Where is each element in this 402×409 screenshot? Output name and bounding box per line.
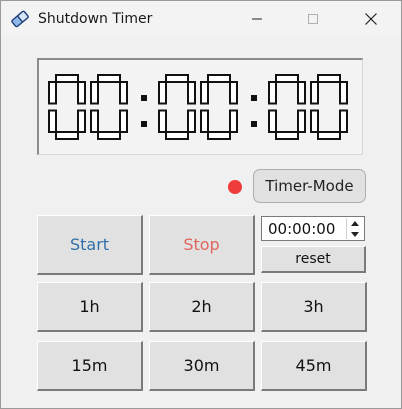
- time-display: [37, 58, 363, 155]
- chevron-up-icon: [351, 220, 359, 226]
- preset-2h-button[interactable]: 2h: [149, 282, 255, 332]
- lcd-digit: [48, 74, 86, 140]
- stop-button[interactable]: Stop: [149, 215, 255, 275]
- close-button[interactable]: [348, 1, 394, 37]
- stop-button-label: Stop: [183, 235, 220, 254]
- status-indicator-dot: [228, 180, 242, 194]
- maximize-button[interactable]: [290, 1, 336, 37]
- spinbox-arrows: [346, 218, 363, 239]
- chevron-down-icon: [351, 231, 359, 237]
- minimize-button[interactable]: [234, 1, 280, 37]
- time-input[interactable]: 00:00:00: [268, 220, 335, 238]
- lcd-digit: [90, 74, 128, 140]
- lcd-digit: [310, 74, 348, 140]
- close-icon: [365, 13, 377, 25]
- time-spinbox[interactable]: 00:00:00: [261, 216, 365, 241]
- app-window: Shutdown Timer Timer-Mode Start Stop 00:…: [0, 0, 402, 409]
- lcd-digit: [268, 74, 306, 140]
- minimize-icon: [252, 18, 262, 20]
- window-title: Shutdown Timer: [38, 11, 153, 27]
- start-button-label: Start: [69, 235, 110, 254]
- maximize-icon: [308, 14, 318, 24]
- spin-up-button[interactable]: [347, 218, 363, 228]
- preset-3h-button[interactable]: 3h: [261, 282, 367, 332]
- start-button[interactable]: Start: [37, 215, 143, 275]
- preset-15m-button[interactable]: 15m: [37, 341, 143, 391]
- lcd-digit: [158, 74, 196, 140]
- timer-mode-button[interactable]: Timer-Mode: [253, 169, 366, 203]
- eraser-app-icon: [11, 10, 29, 28]
- colon-separator: [141, 95, 147, 127]
- time-display-digits: [48, 74, 348, 140]
- title-bar[interactable]: Shutdown Timer: [1, 1, 401, 37]
- lcd-digit: [200, 74, 238, 140]
- colon-separator: [251, 95, 257, 127]
- preset-1h-button[interactable]: 1h: [37, 282, 143, 332]
- preset-30m-button[interactable]: 30m: [149, 341, 255, 391]
- spin-down-button[interactable]: [347, 229, 363, 239]
- preset-45m-button[interactable]: 45m: [261, 341, 367, 391]
- reset-button[interactable]: reset: [261, 246, 366, 273]
